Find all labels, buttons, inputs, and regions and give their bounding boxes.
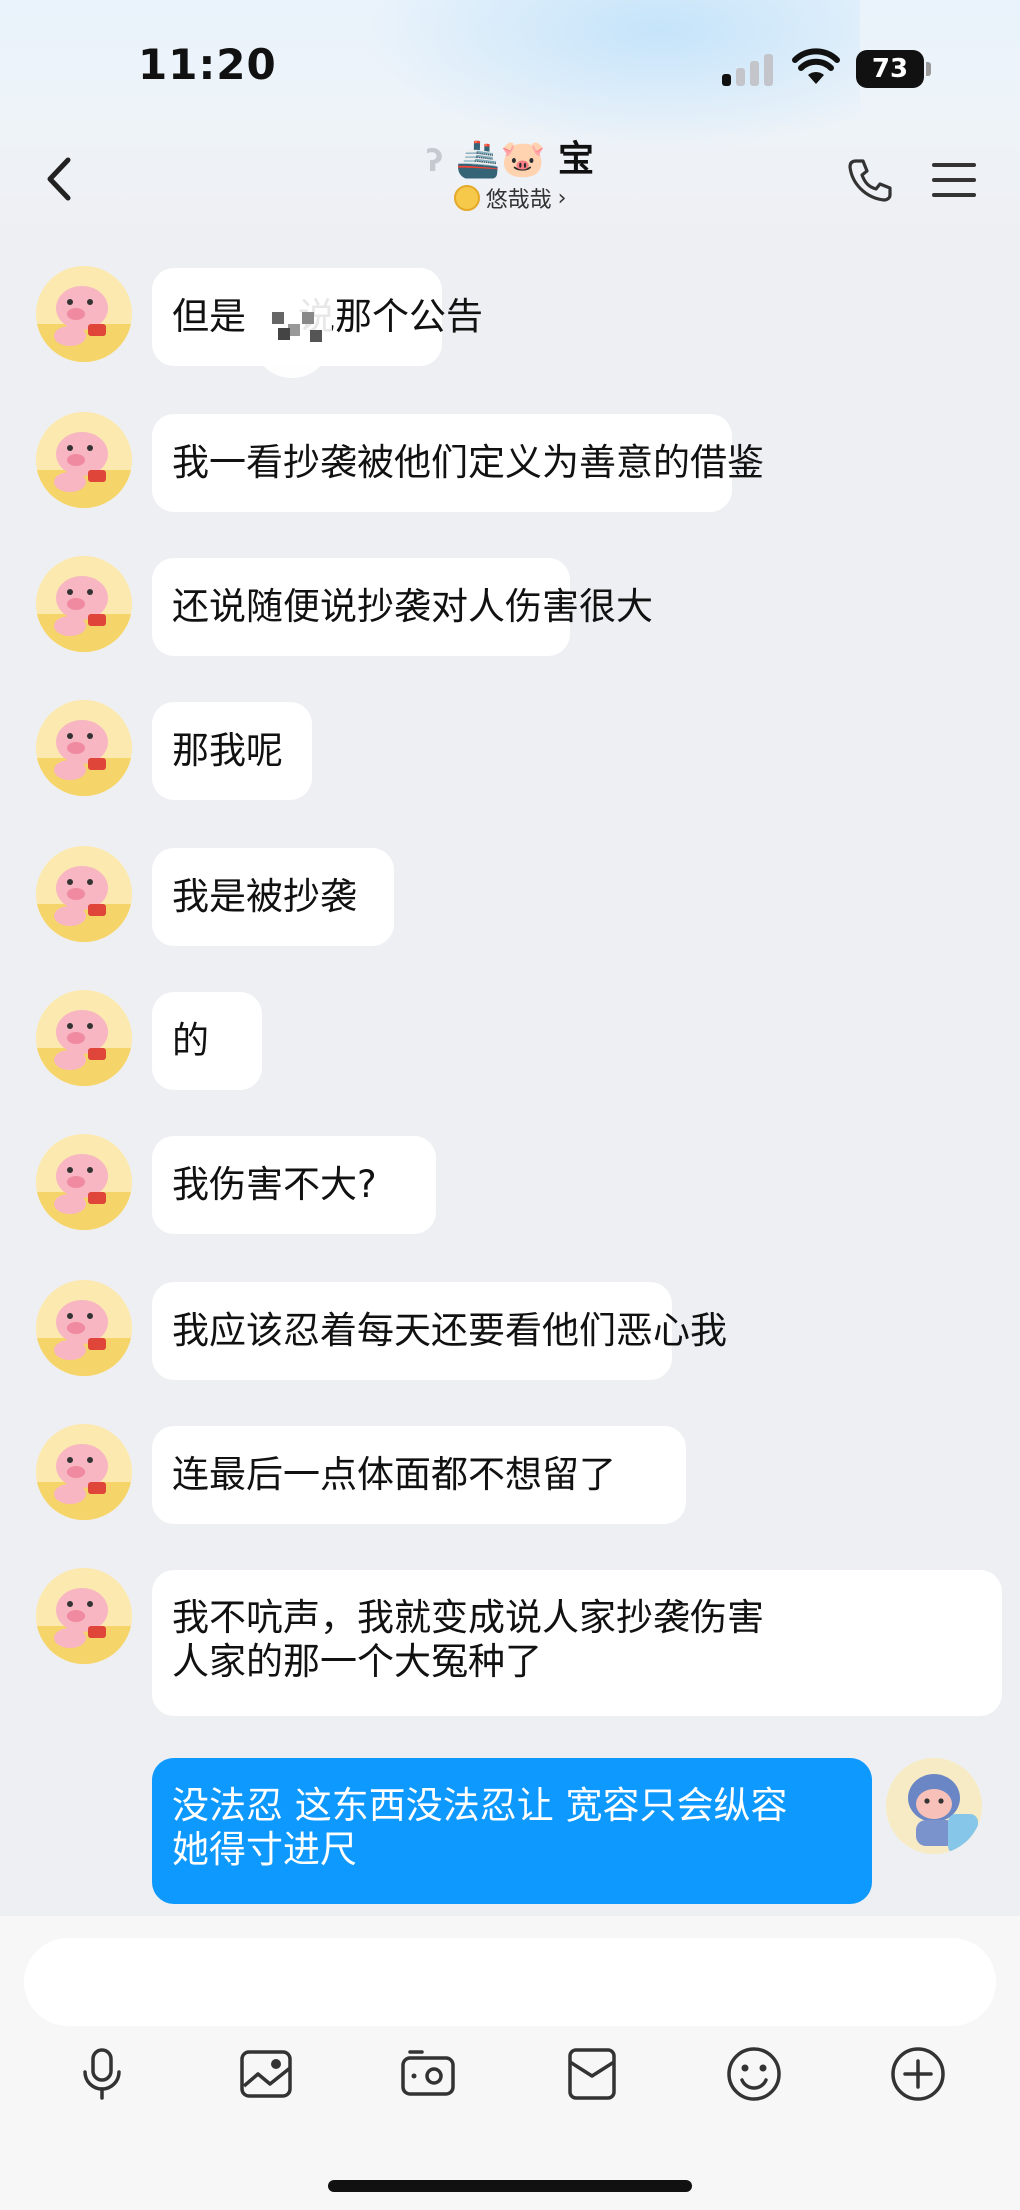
message-text-line: 我不吭声，我就变成说人家抄袭伤害 [172,1596,764,1639]
image-icon[interactable] [236,2044,296,2104]
incoming-message-bubble[interactable]: 我不吭声，我就变成说人家抄袭伤害 人家的那一个大冤种了 [152,1570,1002,1716]
battery-icon: 73 [856,50,924,88]
incoming-message-bubble[interactable]: 那我呢 [152,702,312,800]
phone-call-button[interactable] [846,156,894,204]
message-text-line: 连最后一点体面都不想留了 [172,1453,616,1496]
contact-name: 宝 [557,139,594,180]
contact-avatar[interactable] [36,266,132,362]
title-emojis: 🚢🐷 [455,139,546,180]
message-text-line: 她得寸进尺 [172,1828,357,1871]
red-packet-icon[interactable] [562,2044,622,2104]
contact-avatar[interactable] [36,556,132,652]
emoji-icon[interactable] [724,2044,784,2104]
message-text-line: 还说随便说抄袭对人伤害很大 [172,585,653,628]
incoming-message-bubble[interactable]: 我是被抄袭 [152,848,394,946]
message-text-line: 的 [172,1019,209,1062]
contact-avatar[interactable] [36,1424,132,1520]
message-text-line: 我一看抄袭被他们定义为善意的借鉴 [172,441,764,484]
ear-icon: ʔ [426,144,444,179]
incoming-message-bubble[interactable]: 我一看抄袭被他们定义为善意的借鉴 [152,414,764,512]
message-text-part: 但是 [172,295,246,338]
message-input[interactable] [24,1938,996,2026]
chat-title-main: ʔ 🚢🐷 宝 [360,136,660,184]
message-text-line: 我是被抄袭 [172,875,357,918]
message-text-line: 人家的那一个大冤种了 [172,1640,542,1683]
signal-icon [722,52,776,86]
home-indicator[interactable] [328,2180,692,2192]
chevron-right-icon: › [557,185,567,211]
battery-cap [926,62,931,76]
contact-avatar[interactable] [36,700,132,796]
contact-avatar[interactable] [36,846,132,942]
chat-title[interactable]: ʔ 🚢🐷 宝 悠哉哉 › [360,136,660,214]
contact-avatar[interactable] [36,1280,132,1376]
status-badge-icon [453,185,480,211]
back-button[interactable] [40,154,80,204]
redacted-mosaic [252,268,332,378]
message-text-line: 没法忍 这东西没法忍让 宽容只会纵容 [172,1784,788,1827]
status-time: 11:20 [138,40,277,89]
incoming-message-bubble[interactable]: 的 [152,992,262,1090]
incoming-message-bubble[interactable]: 我伤害不大? [152,1136,436,1234]
message-text-line: 我应该忍着每天还要看他们恶心我 [172,1309,727,1352]
camera-icon[interactable] [398,2044,458,2104]
message-text-line: 那我呢 [172,729,283,772]
wifi-icon [792,48,840,84]
contact-avatar[interactable] [36,1568,132,1664]
outgoing-message-bubble[interactable]: 没法忍 这东西没法忍让 宽容只会纵容 她得寸进尺 [152,1758,872,1904]
message-text-line: 我伤害不大? [172,1163,377,1206]
incoming-message-bubble[interactable]: 连最后一点体面都不想留了 [152,1426,686,1524]
plus-icon[interactable] [888,2044,948,2104]
contact-status-text: 悠哉哉 [485,188,552,213]
contact-status[interactable]: 悠哉哉 › [360,182,660,214]
contact-avatar[interactable] [36,1134,132,1230]
menu-button[interactable] [930,160,978,200]
contact-avatar[interactable] [36,990,132,1086]
microphone-icon[interactable] [72,2044,132,2104]
incoming-message-bubble[interactable]: 我应该忍着每天还要看他们恶心我 [152,1282,727,1380]
my-avatar[interactable] [886,1758,982,1854]
incoming-message-bubble[interactable]: 还说随便说抄袭对人伤害很大 [152,558,653,656]
contact-avatar[interactable] [36,412,132,508]
